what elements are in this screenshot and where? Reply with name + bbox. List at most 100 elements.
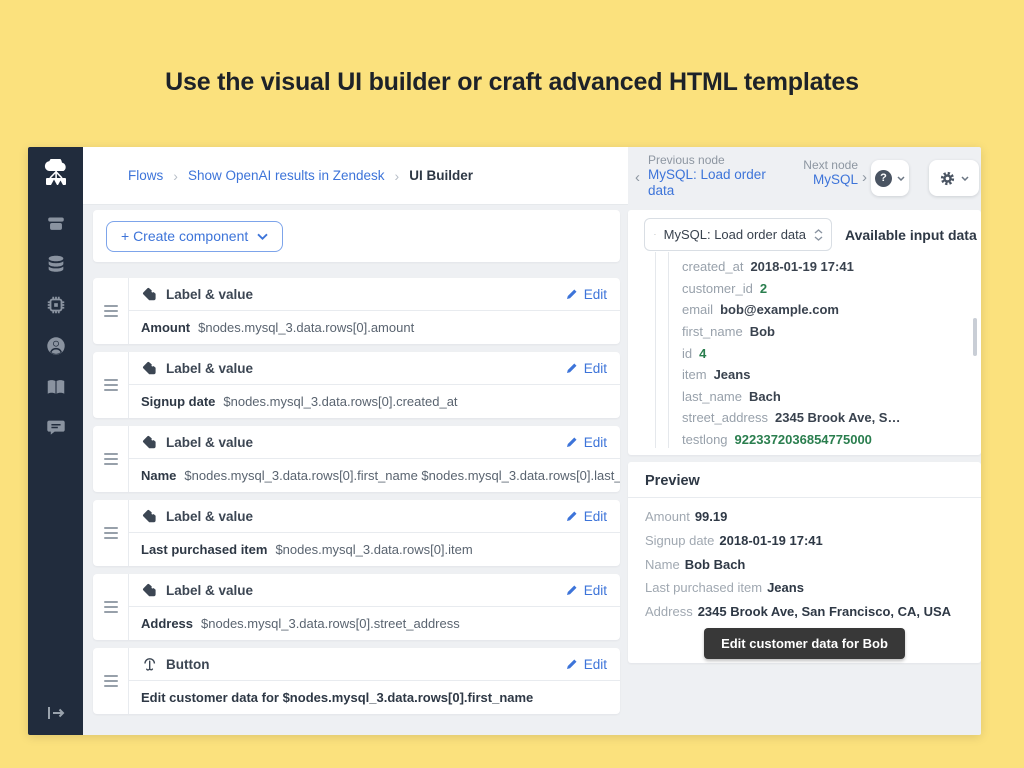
- drag-handle[interactable]: [93, 352, 129, 418]
- user-icon: [45, 335, 67, 357]
- drag-handle[interactable]: [93, 574, 129, 640]
- chevron-down-icon: [257, 233, 268, 240]
- input-data-row[interactable]: itemJeans: [682, 364, 963, 386]
- tray-box-icon: [45, 212, 67, 234]
- preview-row: Amount99.19: [645, 505, 967, 529]
- click-tap-icon: [142, 656, 157, 672]
- input-data-row[interactable]: id4: [682, 342, 963, 364]
- breadcrumb-current-page: UI Builder: [409, 168, 473, 183]
- previous-node-label: Previous node: [648, 153, 766, 167]
- tag-icon: [142, 435, 157, 450]
- sidebar-item-account[interactable]: [44, 334, 68, 358]
- sidebar-item-projects[interactable]: [44, 211, 68, 235]
- component-expression: $nodes.mysql_3.data.rows[0].first_name $…: [184, 468, 620, 483]
- component-label: Name: [141, 468, 176, 483]
- sidebar-item-docs[interactable]: [44, 375, 68, 399]
- database-icon: [45, 253, 67, 275]
- edit-component-button[interactable]: Edit: [566, 287, 607, 302]
- preview-row: Last purchased itemJeans: [645, 576, 967, 600]
- component-type-label: Button: [166, 657, 209, 672]
- gear-icon: [939, 170, 956, 187]
- component-card: Label & value Edit Last purchased item $…: [93, 500, 620, 566]
- chip-icon: [45, 294, 67, 316]
- create-component-label: + Create component: [121, 228, 248, 244]
- next-node-link[interactable]: MySQL: [758, 172, 858, 188]
- drag-handle-icon: [104, 675, 118, 687]
- component-type-label: Label & value: [166, 361, 253, 376]
- create-component-button[interactable]: + Create component: [106, 221, 283, 252]
- component-card: Label & value Edit Address $nodes.mysql_…: [93, 574, 620, 640]
- drag-handle[interactable]: [93, 426, 129, 492]
- chevron-down-icon: [961, 176, 969, 181]
- component-type-label: Label & value: [166, 287, 253, 302]
- breadcrumb-separator-icon: ›: [395, 168, 400, 184]
- node-navigation: ‹ Previous node MySQL: Load order data N…: [628, 147, 981, 210]
- input-source-label: MySQL: Load order data: [664, 227, 806, 242]
- sidebar-item-data[interactable]: [44, 252, 68, 276]
- component-type-label: Label & value: [166, 435, 253, 450]
- component-type-label: Label & value: [166, 509, 253, 524]
- sidebar-collapse-icon[interactable]: [28, 705, 83, 721]
- pencil-icon: [566, 658, 578, 670]
- breadcrumb-flow-link[interactable]: Show OpenAI results in Zendesk: [188, 168, 385, 183]
- tree-indent-guide: [668, 252, 669, 448]
- preview-row: Address2345 Brook Ave, San Francisco, CA…: [645, 600, 967, 624]
- chat-bubble-icon: [45, 417, 67, 439]
- component-label: Amount: [141, 320, 190, 335]
- edit-component-button[interactable]: Edit: [566, 657, 607, 672]
- help-menu-button[interactable]: ?: [871, 160, 909, 196]
- settings-menu-button[interactable]: [929, 160, 979, 196]
- pencil-icon: [566, 584, 578, 596]
- input-data-row[interactable]: last_nameBach: [682, 386, 963, 408]
- drag-handle[interactable]: [93, 500, 129, 566]
- component-expression: $nodes.mysql_3.data.rows[0].street_addre…: [201, 616, 460, 631]
- pencil-icon: [566, 288, 578, 300]
- component-label: Address: [141, 616, 193, 631]
- component-label: Last purchased item: [141, 542, 267, 557]
- drag-handle-icon: [104, 527, 118, 539]
- component-expression: $nodes.mysql_3.data.rows[0].amount: [198, 320, 414, 335]
- input-data-row[interactable]: customer_id2: [682, 278, 963, 300]
- chevron-down-icon: [897, 176, 905, 181]
- previous-node-link[interactable]: MySQL: Load order data: [648, 167, 766, 199]
- page-title: Use the visual UI builder or craft advan…: [0, 68, 1024, 97]
- question-mark-icon: ?: [875, 170, 892, 187]
- select-sorter-icon: [814, 229, 823, 241]
- input-data-row[interactable]: emailbob@example.com: [682, 299, 963, 321]
- breadcrumb-flows-link[interactable]: Flows: [128, 168, 163, 183]
- preview-rows: Amount99.19 Signup date2018-01-19 17:41 …: [645, 505, 967, 623]
- component-expression: $nodes.mysql_3.data.rows[0].created_at: [223, 394, 457, 409]
- input-data-row[interactable]: testlong9223372036854775000: [682, 429, 963, 451]
- input-source-select[interactable]: MySQL MySQL: Load order data: [644, 218, 832, 251]
- next-node-label: Next node: [758, 158, 858, 172]
- chevron-left-icon: ‹: [635, 169, 640, 186]
- input-data-row[interactable]: created_at2018-01-19 17:41: [682, 256, 963, 278]
- drag-handle-icon: [104, 601, 118, 613]
- scrollbar[interactable]: [973, 318, 977, 356]
- component-expression: $nodes.mysql_3.data.rows[0].item: [275, 542, 472, 557]
- drag-handle-icon: [104, 453, 118, 465]
- drag-handle[interactable]: [93, 648, 129, 714]
- edit-component-button[interactable]: Edit: [566, 435, 607, 450]
- component-card: Label & value Edit Signup date $nodes.my…: [93, 352, 620, 418]
- app-logo-icon: [41, 159, 71, 187]
- sidebar-item-connectors[interactable]: [44, 293, 68, 317]
- preview-edit-customer-button[interactable]: Edit customer data for Bob: [704, 628, 905, 659]
- svg-text:MySQL: MySQL: [654, 234, 656, 235]
- sidebar: [28, 147, 83, 735]
- component-card: Button Edit Edit customer data for $node…: [93, 648, 620, 714]
- input-data-row[interactable]: street_address2345 Brook Ave, S…: [682, 407, 963, 429]
- component-type-label: Label & value: [166, 583, 253, 598]
- sidebar-item-support[interactable]: [44, 416, 68, 440]
- preview-row: Signup date2018-01-19 17:41: [645, 529, 967, 553]
- input-data-row[interactable]: first_nameBob: [682, 321, 963, 343]
- edit-component-button[interactable]: Edit: [566, 361, 607, 376]
- available-input-data-header: Available input data: [845, 210, 977, 259]
- edit-component-button[interactable]: Edit: [566, 583, 607, 598]
- edit-component-button[interactable]: Edit: [566, 509, 607, 524]
- drag-handle[interactable]: [93, 278, 129, 344]
- divider: [628, 497, 981, 498]
- pencil-icon: [566, 510, 578, 522]
- component-label: Signup date: [141, 394, 215, 409]
- app-window: Flows › Show OpenAI results in Zendesk ›…: [28, 147, 981, 735]
